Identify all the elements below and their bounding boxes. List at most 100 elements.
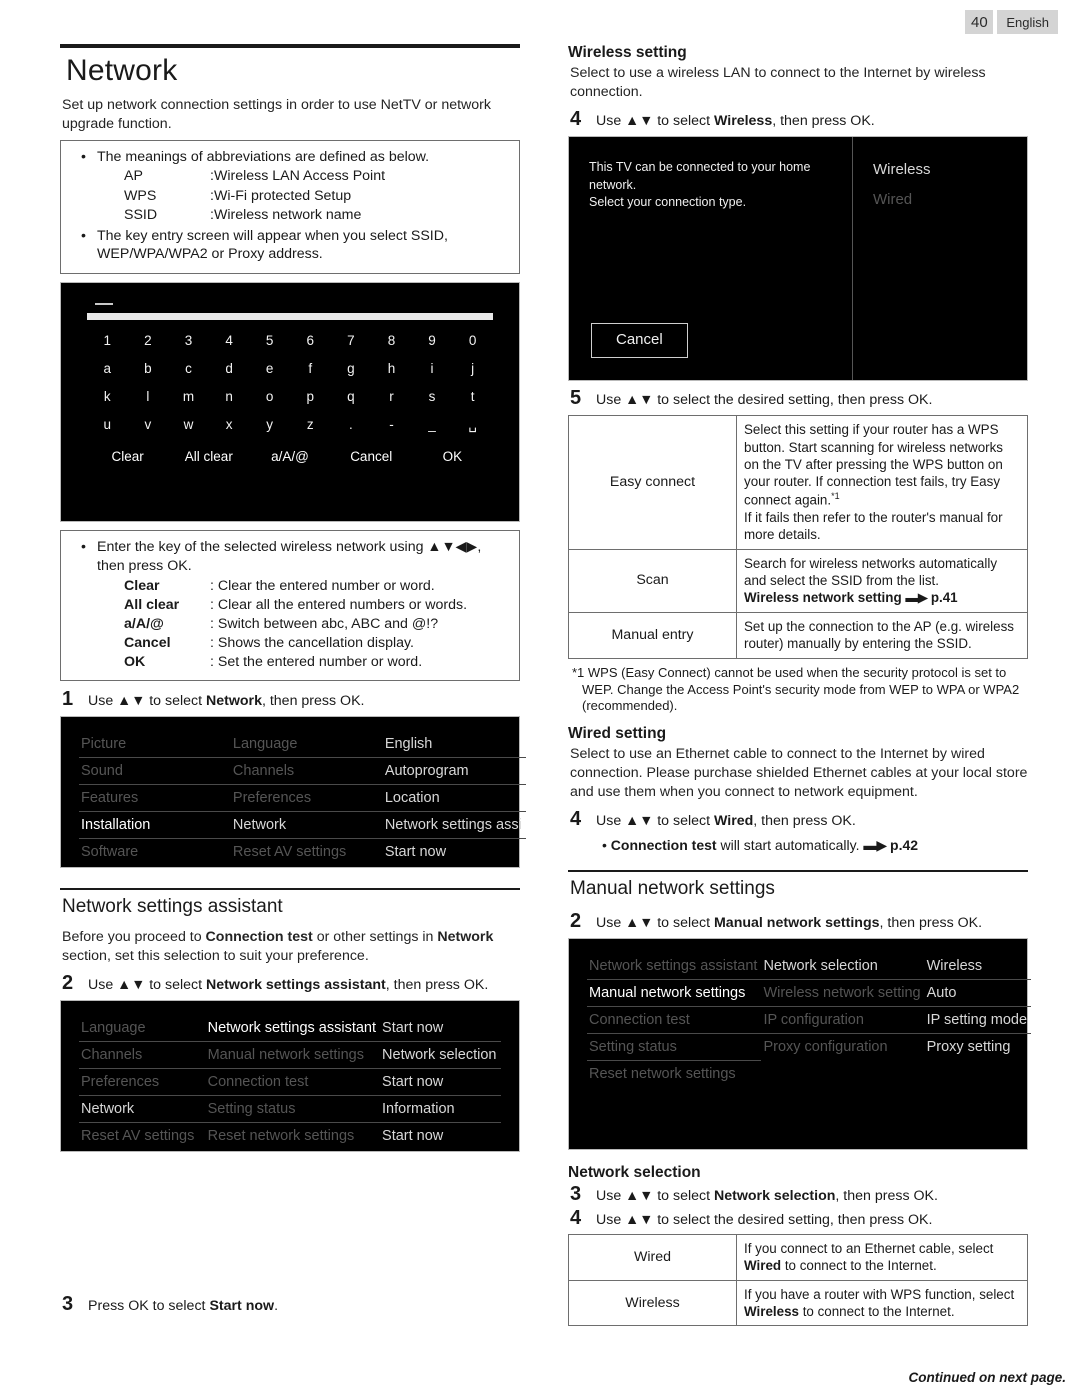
option-wired[interactable]: Wired <box>873 191 1007 208</box>
key[interactable]: x <box>209 417 250 433</box>
menu-item[interactable]: Autoprogram <box>382 758 526 785</box>
menu-item[interactable]: Reset network settings <box>587 1061 761 1087</box>
menu-item[interactable]: Language <box>79 1015 206 1042</box>
key[interactable]: u <box>87 417 128 433</box>
menu-item-selected[interactable]: Manual network settings <box>587 980 762 1008</box>
menu-item[interactable]: Manual network settings <box>205 1042 381 1069</box>
key[interactable]: c <box>168 361 209 376</box>
menu-item[interactable]: Start now <box>380 1069 501 1096</box>
menu-item[interactable]: Network <box>230 812 383 839</box>
menu-item[interactable]: IP configuration <box>761 1007 925 1035</box>
menu-item[interactable]: Channels <box>79 1042 206 1069</box>
key[interactable]: o <box>249 389 290 404</box>
menu-item[interactable]: Software <box>79 839 231 865</box>
key[interactable]: 2 <box>128 333 169 348</box>
menu-item[interactable]: Connection test <box>205 1069 381 1096</box>
key[interactable]: f <box>290 361 331 376</box>
menu-item[interactable]: Wireless network setting <box>761 980 925 1008</box>
key[interactable]: p <box>290 389 331 404</box>
step-number: 4 <box>570 807 582 830</box>
key[interactable]: r <box>371 389 412 404</box>
key[interactable]: s <box>412 389 453 404</box>
tv-menu-screen-1: Picture Sound Features Installation Soft… <box>60 715 526 868</box>
key[interactable]: 5 <box>249 333 290 348</box>
menu-item[interactable]: Channels <box>230 758 383 785</box>
menu-item[interactable]: Information <box>380 1096 501 1123</box>
key[interactable]: g <box>331 361 372 376</box>
key[interactable]: 1 <box>87 333 128 348</box>
keyboard-all-clear-button[interactable]: All clear <box>168 449 249 464</box>
menu-item[interactable]: English <box>382 731 526 758</box>
menu-item[interactable]: Location <box>382 785 526 812</box>
key[interactable]: 4 <box>209 333 250 348</box>
menu-item[interactable]: Setting status <box>205 1096 381 1123</box>
key[interactable]: j <box>452 361 493 376</box>
menu-item-selected[interactable]: Network settings assistant <box>205 1015 381 1042</box>
row-description: Search for wireless networks automatical… <box>736 548 1028 613</box>
keyboard-input-field[interactable] <box>87 303 493 321</box>
abbreviation-list: AP :Wireless LAN Access Point WPS :Wi-Fi… <box>70 167 510 224</box>
key[interactable]: m <box>168 389 209 404</box>
menu-item[interactable]: Reset AV settings <box>79 1123 206 1149</box>
key[interactable]: 0 <box>452 333 493 348</box>
menu-item[interactable]: Start now <box>380 1015 501 1042</box>
tv-connection-type-screen: This TV can be connected to your home ne… <box>568 135 1028 381</box>
menu-item[interactable]: Start now <box>383 839 526 865</box>
menu-item[interactable]: Reset AV settings <box>231 839 383 865</box>
key[interactable]: k <box>87 389 128 404</box>
menu-item[interactable]: Language <box>230 731 383 758</box>
menu-item[interactable]: Reset network settings <box>206 1123 380 1149</box>
key[interactable]: 3 <box>168 333 209 348</box>
menu-item[interactable]: Picture <box>79 731 231 758</box>
menu-item[interactable]: Network <box>79 1096 206 1123</box>
keyboard-ok-button[interactable]: OK <box>412 449 493 464</box>
menu-item[interactable]: Network selection <box>380 1042 501 1069</box>
menu-item[interactable]: Network selection <box>761 953 925 981</box>
key[interactable]: a <box>87 361 128 376</box>
key[interactable]: . <box>331 417 372 433</box>
definition-row: WPS :Wi-Fi protected Setup <box>124 187 510 206</box>
menu-item-selected[interactable]: Installation <box>79 812 231 839</box>
key[interactable]: i <box>412 361 453 376</box>
key[interactable]: n <box>209 389 250 404</box>
key-underscore[interactable]: _ <box>412 417 453 433</box>
keyboard-case-button[interactable]: a/A/@ <box>249 449 330 464</box>
key[interactable]: t <box>452 389 493 404</box>
menu-item[interactable]: Proxy configuration <box>761 1034 924 1060</box>
menu-item[interactable]: Wireless <box>924 953 1032 981</box>
key[interactable]: 8 <box>371 333 412 348</box>
key[interactable]: 9 <box>412 333 453 348</box>
menu-item[interactable]: Start now <box>380 1123 501 1149</box>
key[interactable]: b <box>128 361 169 376</box>
menu-item[interactable]: Auto <box>924 980 1032 1008</box>
key-space[interactable]: ␣ <box>452 417 493 433</box>
key[interactable]: l <box>128 389 169 404</box>
cancel-button[interactable]: Cancel <box>591 322 688 358</box>
menu-item[interactable]: Proxy setting <box>925 1034 1032 1060</box>
key[interactable]: v <box>128 417 169 433</box>
menu-item[interactable]: Preferences <box>230 785 383 812</box>
menu-item[interactable]: Network settings assi <box>382 812 526 839</box>
key[interactable]: z <box>290 417 331 433</box>
key[interactable]: - <box>371 417 412 433</box>
keyboard-cancel-button[interactable]: Cancel <box>331 449 412 464</box>
menu-item[interactable]: Setting status <box>587 1034 762 1062</box>
menu-item[interactable]: Features <box>79 785 231 812</box>
key[interactable]: w <box>168 417 209 433</box>
key[interactable]: d <box>209 361 250 376</box>
definition-key: SSID <box>124 206 158 223</box>
key[interactable]: q <box>331 389 372 404</box>
key[interactable]: e <box>249 361 290 376</box>
key[interactable]: 7 <box>331 333 372 348</box>
menu-item[interactable]: Preferences <box>79 1069 206 1096</box>
menu-item[interactable]: Sound <box>79 758 231 785</box>
key[interactable]: 6 <box>290 333 331 348</box>
menu-item[interactable]: Network settings assistant <box>587 953 762 981</box>
key[interactable]: y <box>249 417 290 433</box>
keyboard-clear-button[interactable]: Clear <box>87 449 168 464</box>
definition-key: a/A/@ <box>124 615 164 632</box>
menu-item[interactable]: Connection test <box>587 1007 762 1035</box>
menu-item[interactable]: IP setting mode <box>924 1007 1032 1035</box>
key[interactable]: h <box>371 361 412 376</box>
option-wireless[interactable]: Wireless <box>873 161 1007 178</box>
